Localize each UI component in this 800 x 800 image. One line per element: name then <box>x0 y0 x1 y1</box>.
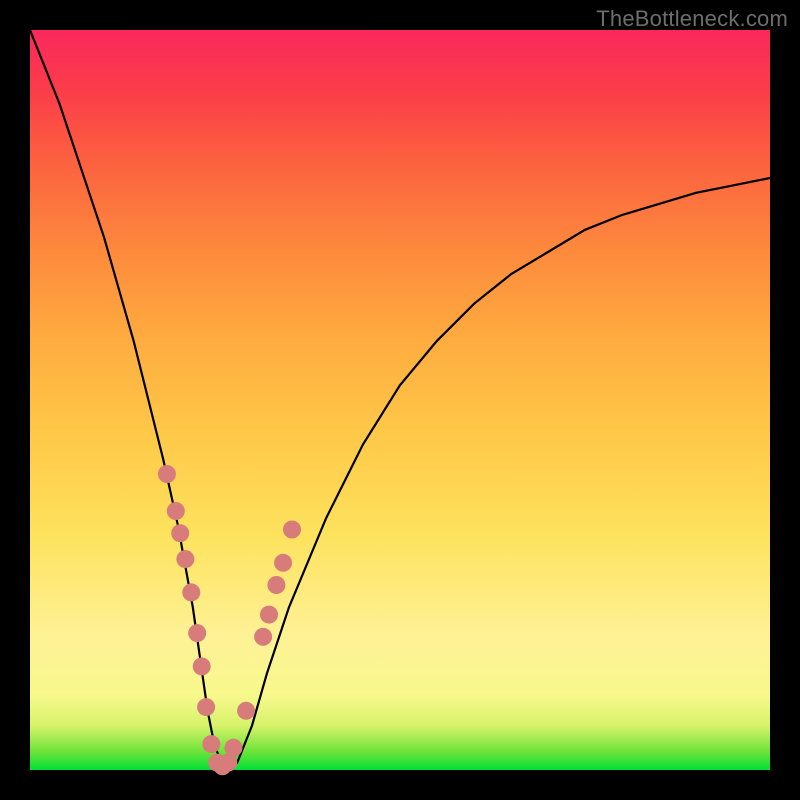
data-marker <box>182 583 200 601</box>
data-marker <box>260 606 278 624</box>
data-marker <box>197 698 215 716</box>
data-marker <box>193 657 211 675</box>
data-marker <box>167 502 185 520</box>
data-marker <box>176 550 194 568</box>
data-marker <box>267 576 285 594</box>
chart-area <box>30 30 770 770</box>
attribution-watermark: TheBottleneck.com <box>596 6 788 32</box>
data-marker <box>225 739 243 757</box>
plot-svg <box>30 30 770 770</box>
bottleneck-curve <box>30 30 770 770</box>
data-marker <box>254 628 272 646</box>
data-marker <box>237 702 255 720</box>
data-marker <box>202 735 220 753</box>
data-marker <box>158 465 176 483</box>
data-marker <box>274 554 292 572</box>
data-marker <box>171 524 189 542</box>
data-marker <box>283 521 301 539</box>
data-marker <box>188 624 206 642</box>
marker-group <box>158 465 301 775</box>
